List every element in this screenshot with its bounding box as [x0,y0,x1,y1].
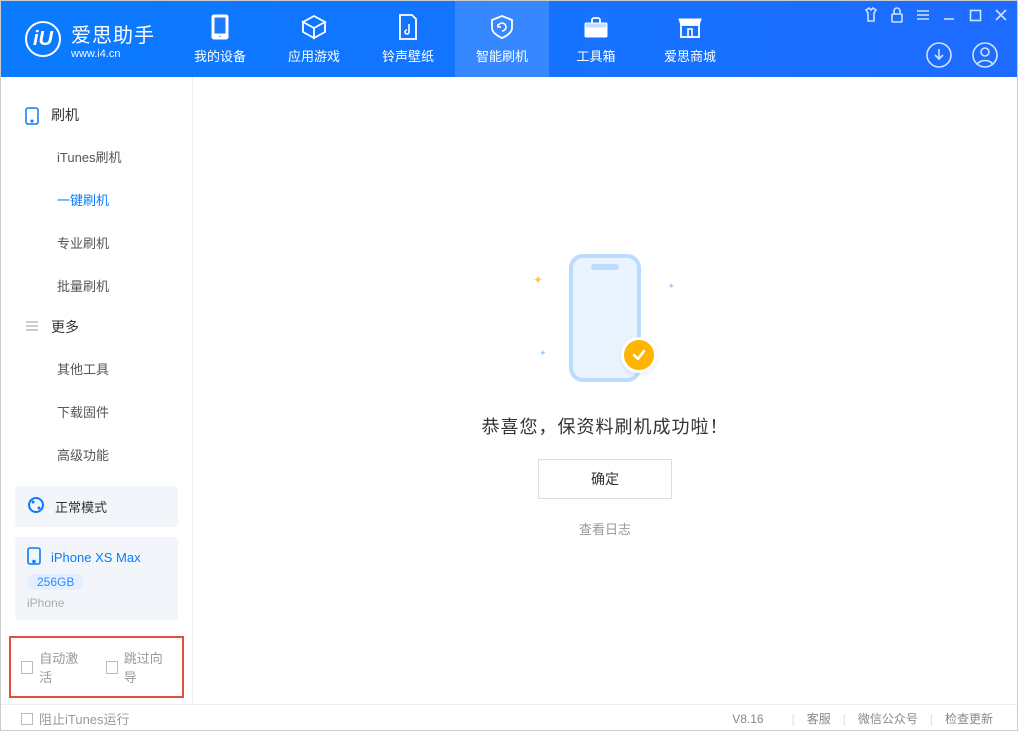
sidebar-item-pro-flash[interactable]: 专业刷机 [1,221,192,264]
confirm-button[interactable]: 确定 [538,459,672,499]
group-label: 更多 [51,317,79,337]
phone-icon [25,107,41,123]
view-log-link[interactable]: 查看日志 [579,519,631,538]
window-controls-row1 [863,7,1009,23]
tab-label: 应用游戏 [288,46,340,65]
tab-label: 我的设备 [194,46,246,65]
logo-icon: iU [25,21,61,57]
device-phone-icon [27,547,41,568]
tab-label: 铃声壁纸 [382,46,434,65]
device-icon [207,14,233,40]
checkbox-block-itunes[interactable]: 阻止iTunes运行 [21,709,130,728]
status-bar: 阻止iTunes运行 V8.16 | 客服 | 微信公众号 | 检查更新 [1,704,1017,732]
download-icon[interactable] [925,41,953,69]
sparkle-icon: ✦ [539,348,547,359]
footer-link-support[interactable]: 客服 [803,710,835,727]
app-logo: iU 爱思助手 www.i4.cn [1,19,173,60]
main-tabs: 我的设备 应用游戏 铃声壁纸 智能刷机 工具箱 爱思商城 [173,1,737,77]
group-label: 刷机 [51,105,79,125]
sidebar-item-itunes-flash[interactable]: iTunes刷机 [1,135,192,178]
shield-refresh-icon [489,14,515,40]
mode-icon [27,496,45,517]
tab-label: 智能刷机 [476,46,528,65]
title-bar: iU 爱思助手 www.i4.cn 我的设备 应用游戏 铃声壁纸 智能刷机 工具… [1,1,1017,77]
app-name: 爱思助手 [71,19,155,48]
sparkle-icon: ✦ [533,273,543,287]
sparkle-icon: ✦ [667,281,675,292]
success-illustration: ✦ ✦ ✦ [505,243,705,393]
checkbox-skip-guide[interactable]: 跳过向导 [106,648,173,686]
lock-icon[interactable] [889,7,905,23]
app-url: www.i4.cn [71,48,155,60]
sidebar: 刷机 iTunes刷机 一键刷机 专业刷机 批量刷机 更多 其他工具 下载固件 … [1,77,193,704]
tab-toolbox[interactable]: 工具箱 [549,1,643,77]
shirt-icon[interactable] [863,7,879,23]
device-card[interactable]: iPhone XS Max 256GB iPhone [15,537,178,620]
tab-store[interactable]: 爱思商城 [643,1,737,77]
toolbox-icon [583,14,609,40]
user-icon[interactable] [971,41,999,69]
sidebar-item-onekey-flash[interactable]: 一键刷机 [1,178,192,221]
tab-ringtone[interactable]: 铃声壁纸 [361,1,455,77]
sidebar-group-flash: 刷机 [1,95,192,135]
device-type: iPhone [27,596,64,610]
sidebar-group-more: 更多 [1,307,192,347]
cube-icon [301,14,327,40]
minimize-button[interactable] [941,7,957,23]
store-icon [677,14,703,40]
maximize-button[interactable] [967,7,983,23]
tab-flash[interactable]: 智能刷机 [455,1,549,77]
music-file-icon [395,14,421,40]
device-capacity: 256GB [27,574,84,590]
menu-icon[interactable] [915,7,931,23]
main-area: ✦ ✦ ✦ 恭喜您，保资料刷机成功啦！ 确定 查看日志 [193,77,1017,704]
options-highlight: 自动激活 跳过向导 [9,636,184,698]
sidebar-item-download-fw[interactable]: 下载固件 [1,390,192,433]
success-message: 恭喜您，保资料刷机成功啦！ [482,413,729,439]
mode-card[interactable]: 正常模式 [15,486,178,527]
close-button[interactable] [993,7,1009,23]
version-label: V8.16 [732,712,763,726]
checkbox-auto-activate[interactable]: 自动激活 [21,648,88,686]
list-icon [25,319,41,335]
checkmark-badge-icon [621,337,657,373]
device-name: iPhone XS Max [51,550,141,565]
tab-device[interactable]: 我的设备 [173,1,267,77]
window-controls-row2 [925,41,999,69]
tab-label: 工具箱 [576,46,615,65]
footer-link-wechat[interactable]: 微信公众号 [854,710,922,727]
footer-link-update[interactable]: 检查更新 [941,710,997,727]
tab-apps[interactable]: 应用游戏 [267,1,361,77]
tab-label: 爱思商城 [664,46,716,65]
sidebar-item-advanced[interactable]: 高级功能 [1,433,192,476]
mode-label: 正常模式 [55,497,107,516]
sidebar-item-other-tools[interactable]: 其他工具 [1,347,192,390]
sidebar-item-batch-flash[interactable]: 批量刷机 [1,264,192,307]
